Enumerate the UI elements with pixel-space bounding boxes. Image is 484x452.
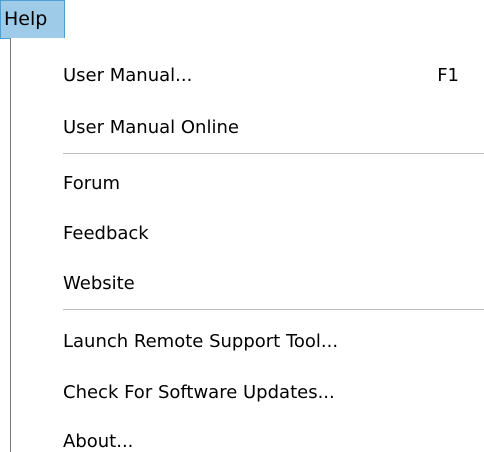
- help-menu-button[interactable]: Help: [0, 0, 65, 39]
- menu-item-label: User Manual Online: [63, 117, 239, 138]
- menu-item-user-manual[interactable]: User Manual... F1: [11, 52, 484, 100]
- menu-item-feedback[interactable]: Feedback: [11, 210, 484, 258]
- menu-item-label: Website: [63, 273, 135, 294]
- menu-item-label: Forum: [63, 173, 121, 194]
- menu-item-forum[interactable]: Forum: [11, 160, 484, 208]
- menu-item-label: User Manual...: [63, 65, 193, 86]
- menu-item-label: Feedback: [63, 223, 149, 244]
- menu-item-check-for-software-updates[interactable]: Check For Software Updates...: [11, 369, 484, 417]
- menu-item-label: Check For Software Updates...: [63, 382, 335, 403]
- menu-separator: [63, 309, 484, 310]
- menu-separator: [63, 153, 484, 154]
- menu-item-shortcut: F1: [437, 65, 459, 86]
- menu-item-label: About...: [63, 431, 134, 452]
- menu-item-about[interactable]: About...: [11, 418, 484, 452]
- help-menu-label: Help: [4, 8, 48, 30]
- menu-item-website[interactable]: Website: [11, 260, 484, 308]
- help-dropdown-menu: User Manual... F1 User Manual Online For…: [10, 38, 484, 452]
- menu-item-user-manual-online[interactable]: User Manual Online: [11, 104, 484, 152]
- menu-item-launch-remote-support-tool[interactable]: Launch Remote Support Tool...: [11, 318, 484, 366]
- menu-item-label: Launch Remote Support Tool...: [63, 331, 339, 352]
